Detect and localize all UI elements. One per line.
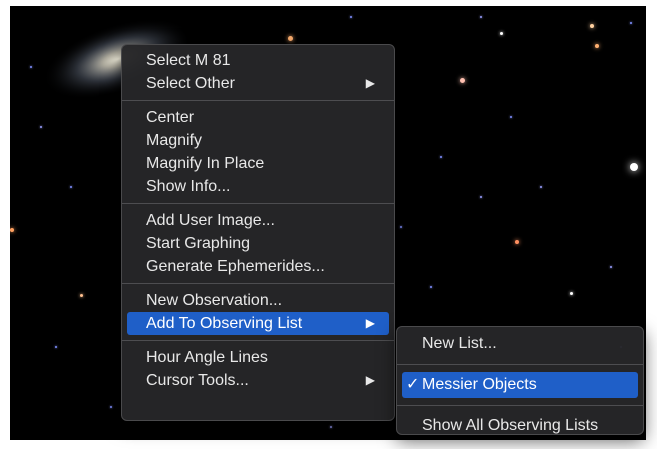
star [630,163,638,171]
menu-item-label: Magnify [146,132,203,149]
menu-item-label: Show Info... [146,178,231,195]
star [330,426,332,428]
star [590,24,594,28]
star [480,16,482,18]
menu-item-label: Cursor Tools... [146,372,249,389]
star [70,186,72,188]
menu-item-label: Start Graphing [146,235,251,252]
star [400,226,402,228]
menu-item-label: Magnify In Place [146,155,265,172]
menu-item-generate-ephemerides[interactable]: Generate Ephemerides... [127,255,389,278]
star [500,32,503,35]
menu-item-label: Select Other [146,75,235,92]
menu-item-new-list[interactable]: New List... [402,331,638,357]
menu-separator [397,364,643,365]
menu-item-select-m-81[interactable]: Select M 81 [127,49,389,72]
context-menu: Select M 81 Select Other ▶ Center Magnify Mag… [121,44,395,421]
menu-item-add-to-observing-list[interactable]: Add To Observing List ▶ [127,312,389,335]
menu-item-label: Center [146,109,195,126]
menu-separator [122,100,394,101]
star [40,126,42,128]
star [515,240,519,244]
menu-item-label: Add User Image... [146,212,275,229]
star [350,16,352,18]
menu-item-show-info[interactable]: Show Info... [127,175,389,198]
star [540,186,542,188]
menu-separator [122,340,394,341]
submenu-arrow-icon: ▶ [365,316,375,330]
menu-item-show-all-observing-lists[interactable]: Show All Observing Lists [402,413,638,439]
menu-item-label: Generate Ephemerides... [146,258,325,275]
submenu-arrow-icon: ▶ [365,373,375,387]
menu-separator [397,405,643,406]
star [10,228,14,232]
menu-item-start-graphing[interactable]: Start Graphing [127,232,389,255]
star [110,406,112,408]
menu-item-label: New List... [422,335,497,352]
star [55,346,57,348]
menu-item-label: New Observation... [146,292,283,309]
menu-separator [122,283,394,284]
menu-item-select-other[interactable]: Select Other ▶ [127,72,389,95]
menu-item-label: Messier Objects [422,376,537,393]
star [610,266,612,268]
checkmark-icon: ✓ [406,376,420,393]
star [595,44,599,48]
menu-item-label: Hour Angle Lines [146,349,268,366]
menu-item-new-observation[interactable]: New Observation... [127,289,389,312]
star [570,292,573,295]
star [30,66,32,68]
star [480,196,482,198]
submenu-arrow-icon: ▶ [365,76,375,90]
menu-item-label: Show All Observing Lists [422,417,599,434]
menu-item-label: Add To Observing List [146,315,303,332]
menu-item-label: Select M 81 [146,52,231,69]
observing-list-submenu: New List... ✓ Messier Objects Show All Ob… [396,326,644,435]
star [430,286,432,288]
menu-item-magnify-in-place[interactable]: Magnify In Place [127,152,389,175]
menu-item-hour-angle-lines[interactable]: Hour Angle Lines [127,346,389,369]
star [288,36,293,41]
star [80,294,83,297]
menu-item-messier-objects[interactable]: ✓ Messier Objects [402,372,638,398]
star [460,78,465,83]
menu-item-magnify[interactable]: Magnify [127,129,389,152]
star [510,116,512,118]
star [440,156,442,158]
star [630,22,632,24]
menu-item-add-user-image[interactable]: Add User Image... [127,209,389,232]
menu-item-cursor-tools[interactable]: Cursor Tools... ▶ [127,369,389,392]
menu-separator [122,203,394,204]
menu-item-center[interactable]: Center [127,106,389,129]
